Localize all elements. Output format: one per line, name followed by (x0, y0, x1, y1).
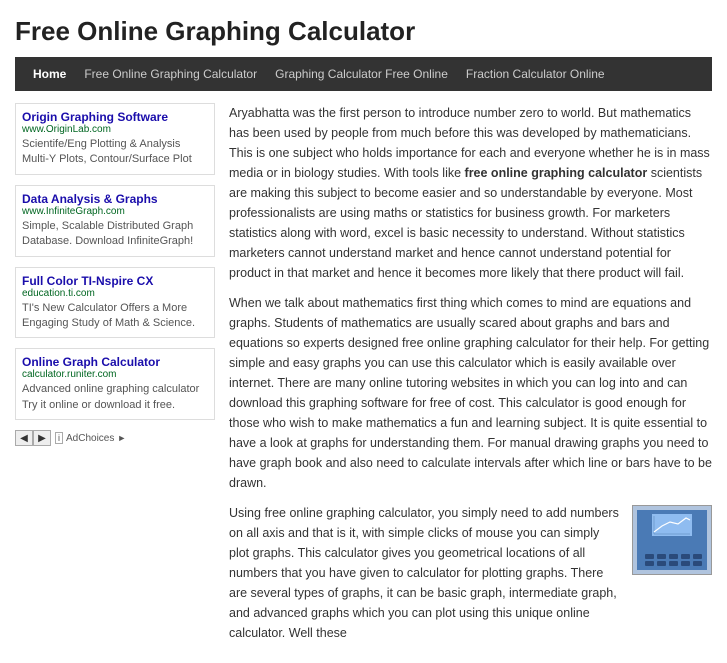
sidebar: Origin Graphing Software www.OriginLab.c… (15, 103, 215, 653)
nav-item-graphing-calculator-free[interactable]: Graphing Calculator Free Online (267, 63, 456, 85)
ad-title-2[interactable]: Data Analysis & Graphs (22, 192, 208, 206)
para3-cont: you simply need to add numbers on all ax… (229, 506, 619, 640)
calculator-thumbnail (632, 505, 712, 575)
calc-thumb-graphic (637, 510, 707, 570)
nav-item-free-online-graphing[interactable]: Free Online Graphing Calculator (76, 63, 265, 85)
calc-graph-svg (652, 514, 692, 536)
ad-desc-4: Advanced online graphing calculator Try … (22, 382, 208, 413)
paragraph-2: When we talk about mathematics first thi… (229, 293, 712, 493)
sidebar-arrows-row: ◀ ▶ i AdChoices ► (15, 430, 215, 446)
adchoices: i AdChoices ► (55, 432, 126, 444)
navigation-bar: Home Free Online Graphing Calculator Gra… (15, 57, 712, 91)
adchoices-icon: i (55, 432, 63, 444)
para1-cont: scientists are making this subject to be… (229, 166, 702, 280)
content-area: Origin Graphing Software www.OriginLab.c… (15, 103, 712, 653)
ad-block-2: Data Analysis & Graphs www.InfiniteGraph… (15, 185, 215, 257)
paragraph-3: Using free online graphing calculator, y… (229, 503, 622, 643)
prev-arrow-button[interactable]: ◀ (15, 430, 33, 446)
ad-desc-2: Simple, Scalable Distributed Graph Datab… (22, 219, 208, 250)
second-paragraph-section: When we talk about mathematics first thi… (229, 293, 712, 493)
ad-url-2: www.InfiniteGraph.com (22, 206, 208, 217)
adchoices-label[interactable]: AdChoices (66, 433, 114, 444)
main-content: Aryabhatta was the first person to intro… (229, 103, 712, 653)
ad-url-4: calculator.runiter.com (22, 369, 208, 380)
calc-screen (652, 514, 692, 536)
ad-desc-1: Scientife/Eng Plotting & Analysis Multi-… (22, 137, 208, 168)
ad-title-3[interactable]: Full Color TI-Nspire CX (22, 274, 208, 288)
para3-bold: free online graphing calculator, (264, 506, 434, 520)
ad-url-1: www.OriginLab.com (22, 124, 208, 135)
adchoices-arrow-icon: ► (117, 433, 126, 443)
ad-block-3: Full Color TI-Nspire CX education.ti.com… (15, 267, 215, 339)
third-paragraph-section: Using free online graphing calculator, y… (229, 503, 712, 643)
nav-item-home[interactable]: Home (25, 63, 74, 85)
next-arrow-button[interactable]: ▶ (33, 430, 51, 446)
nav-item-fraction-calculator[interactable]: Fraction Calculator Online (458, 63, 613, 85)
ad-url-3: education.ti.com (22, 288, 208, 299)
para2-bold: free online graphing calculator (402, 336, 569, 350)
para3-start: Using (229, 506, 264, 520)
ad-title-4[interactable]: Online Graph Calculator (22, 355, 208, 369)
para2-cont: for their help. For getting simple and e… (229, 336, 712, 490)
ad-desc-3: TI's New Calculator Offers a More Engagi… (22, 301, 208, 332)
page-title: Free Online Graphing Calculator (15, 16, 712, 47)
ad-block-4: Online Graph Calculator calculator.runit… (15, 348, 215, 420)
para1-bold: free online graphing calculator (465, 166, 648, 180)
calc-buttons (645, 554, 703, 566)
paragraph-1: Aryabhatta was the first person to intro… (229, 103, 712, 283)
ad-block-1: Origin Graphing Software www.OriginLab.c… (15, 103, 215, 175)
ad-title-1[interactable]: Origin Graphing Software (22, 110, 208, 124)
